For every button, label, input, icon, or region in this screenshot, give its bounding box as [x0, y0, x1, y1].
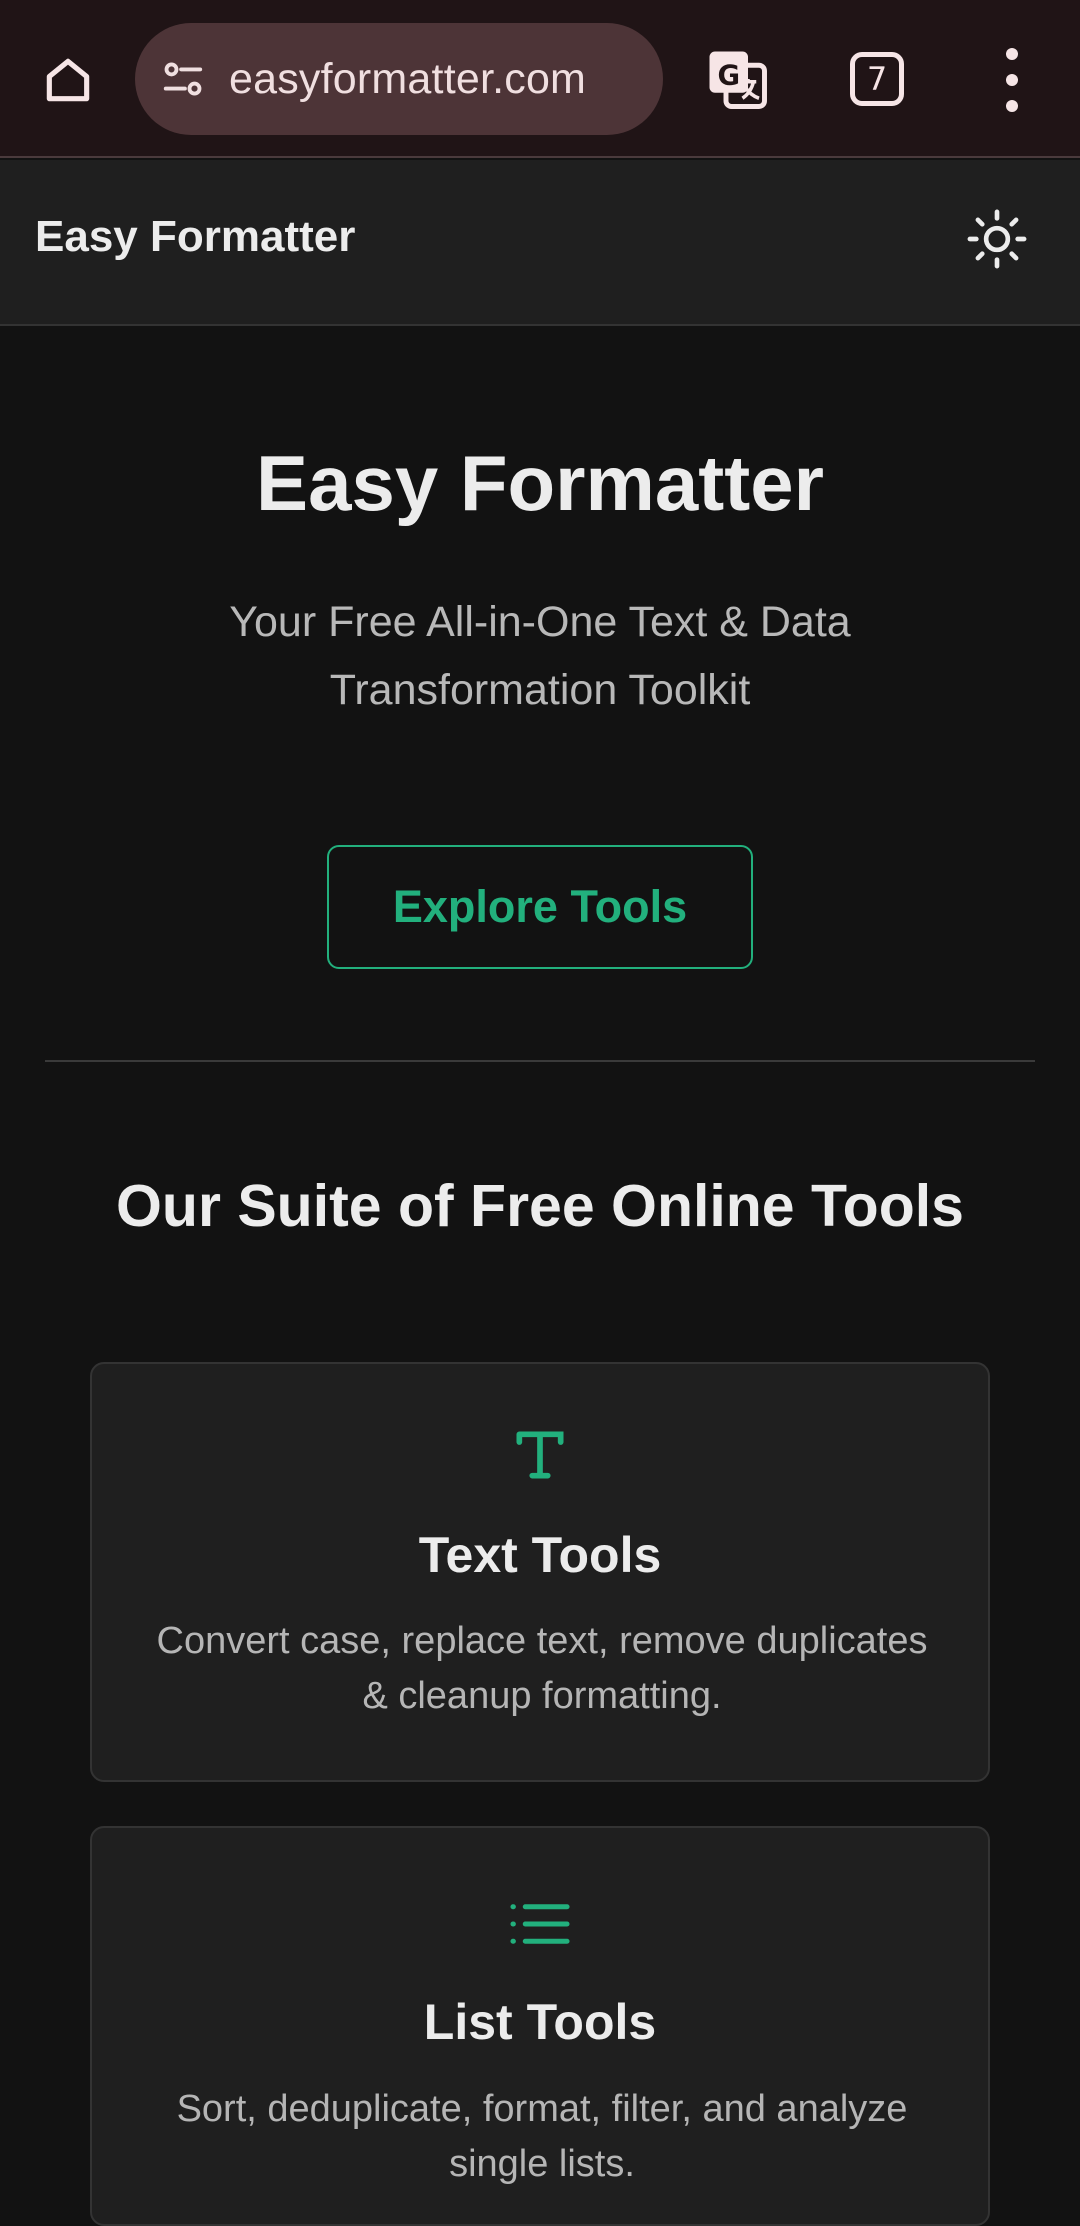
tool-card-list-tools[interactable]: List Tools Sort, deduplicate, format, fi… [90, 1826, 990, 2226]
site-header: Easy Formatter [0, 160, 1080, 326]
card-title: List Tools [423, 1994, 657, 2050]
card-title: Text Tools [418, 1527, 662, 1583]
address-bar[interactable]: easyformatter.com [135, 23, 663, 135]
home-icon [46, 58, 90, 102]
tool-card-text-tools[interactable]: Text Tools Convert case, replace text, r… [90, 1362, 990, 1782]
url-text[interactable]: easyformatter.com [229, 55, 586, 104]
translate-button[interactable]: G [700, 42, 774, 116]
home-button[interactable] [28, 44, 108, 116]
sun-icon [967, 209, 1027, 269]
hero-title: Easy Formatter [256, 439, 824, 527]
text-t-icon [516, 1431, 564, 1479]
brand-logo-text[interactable]: Easy Formatter [35, 212, 355, 262]
tune-icon [163, 62, 203, 96]
card-description: Convert case, replace text, remove dupli… [156, 1620, 928, 1717]
list-icon [510, 1904, 570, 1944]
section-divider [45, 1060, 1035, 1062]
browser-toolbar: easyformatter.com G 7 [0, 0, 1080, 158]
translate-icon: G [709, 51, 767, 109]
tools-section-title: Our Suite of Free Online Tools [116, 1173, 964, 1239]
card-description: Sort, deduplicate, format, filter, and a… [176, 2088, 908, 2185]
site-info-button[interactable] [157, 53, 209, 105]
svg-text:G: G [717, 60, 740, 92]
more-vert-icon[interactable] [990, 48, 1034, 112]
hero-subtitle: Your Free All-in-One Text & Data Transfo… [229, 598, 851, 714]
theme-toggle-button[interactable] [962, 204, 1032, 274]
explore-tools-button[interactable]: Explore Tools [327, 845, 753, 969]
tab-switcher-button[interactable]: 7 [850, 52, 904, 106]
